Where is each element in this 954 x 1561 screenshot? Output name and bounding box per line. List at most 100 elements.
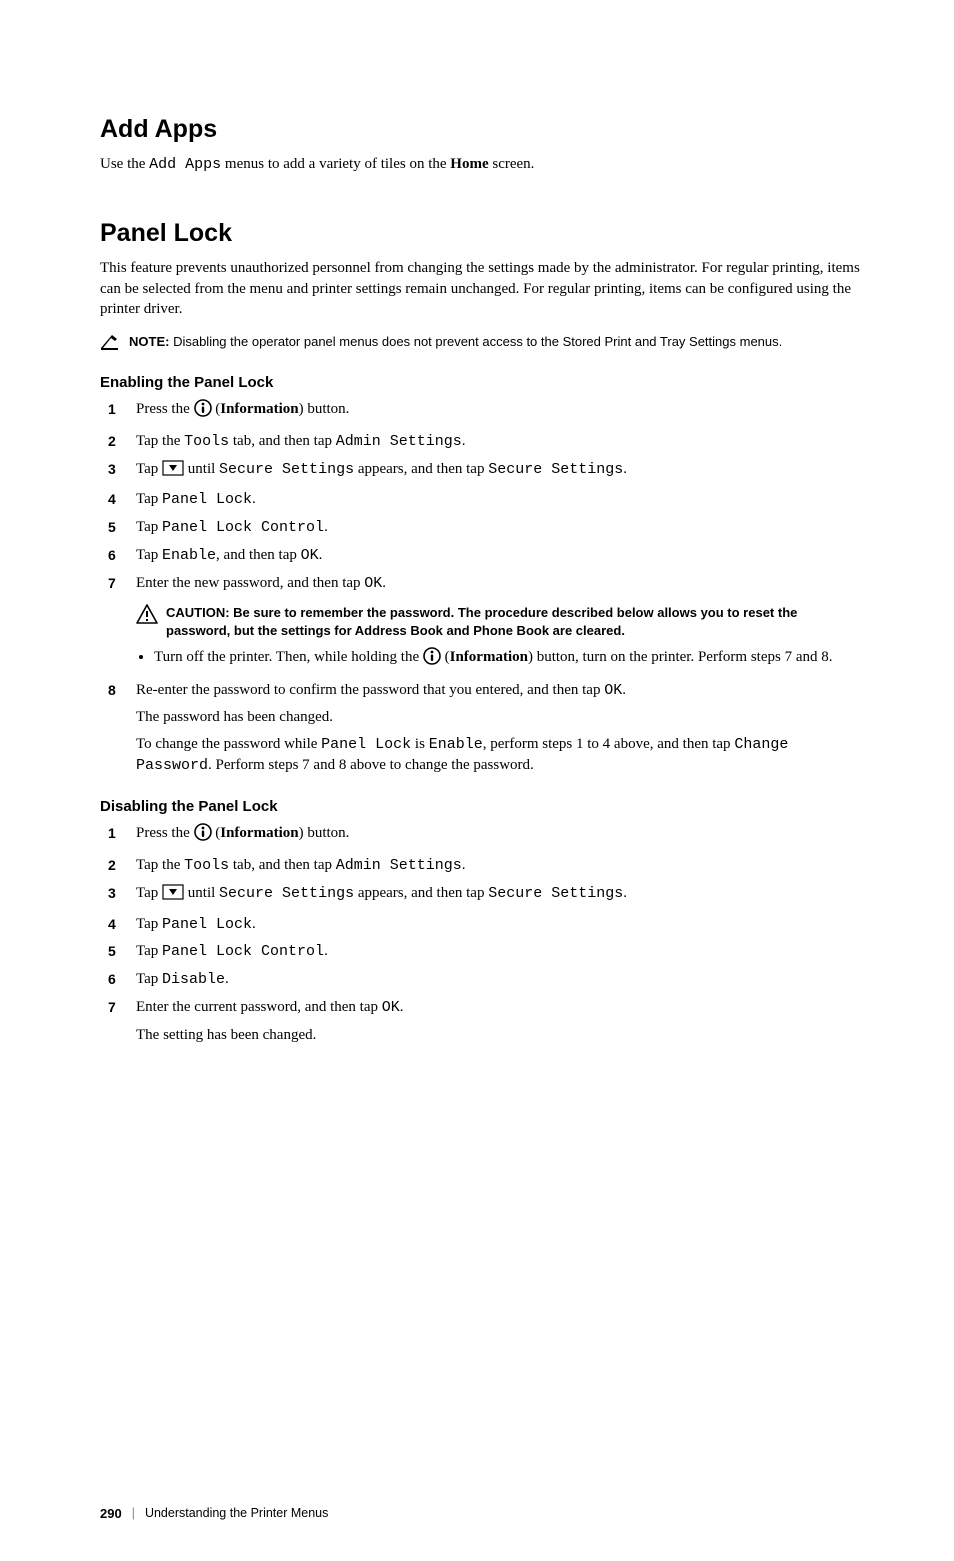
text: .: [622, 682, 626, 698]
bullet-item: Turn off the printer. Then, while holdin…: [154, 647, 864, 672]
text: Use the: [100, 156, 149, 172]
step-7: Enter the new password, and then tap OK.…: [100, 573, 864, 672]
text: Tap: [136, 943, 162, 959]
footer-title: Understanding the Printer Menus: [145, 1506, 328, 1520]
text: Re-enter the password to confirm the pas…: [136, 682, 604, 698]
text: Press the: [136, 401, 194, 417]
step-4: Tap Panel Lock.: [100, 914, 864, 936]
text: .: [623, 885, 627, 901]
text: Tap: [136, 885, 162, 901]
ui-label: Enable: [429, 736, 483, 753]
heading-panel-lock: Panel Lock: [100, 219, 864, 248]
text: (: [441, 649, 450, 665]
text: until: [184, 885, 219, 901]
step-2: Tap the Tools tab, and then tap Admin Se…: [100, 855, 864, 877]
text: ) button, turn on the printer. Perform s…: [528, 649, 833, 665]
text: screen.: [489, 156, 535, 172]
note-label: NOTE:: [129, 334, 169, 349]
step-3: Tap until Secure Settings appears, and t…: [100, 883, 864, 908]
button-label: Information: [450, 649, 528, 665]
text: .: [400, 999, 404, 1015]
note-block: NOTE: Disabling the operator panel menus…: [100, 333, 864, 356]
caution-block: CAUTION: Be sure to remember the passwor…: [136, 604, 864, 640]
note-icon: [100, 333, 120, 356]
text: ) button.: [299, 401, 350, 417]
ui-label: OK: [382, 999, 400, 1016]
page-footer: 290 | Understanding the Printer Menus: [100, 1506, 864, 1521]
step-2: Tap the Tools tab, and then tap Admin Se…: [100, 431, 864, 453]
footer-separator: |: [132, 1506, 135, 1520]
text: Tap: [136, 971, 162, 987]
step-6: Tap Disable.: [100, 969, 864, 991]
change-password-note: To change the password while Panel Lock …: [136, 734, 864, 776]
text: (: [212, 825, 221, 841]
text: .: [324, 519, 328, 535]
step-7: Enter the current password, and then tap…: [100, 997, 864, 1046]
text: Turn off the printer. Then, while holdin…: [154, 649, 423, 665]
caution-body: Be sure to remember the password. The pr…: [166, 605, 797, 638]
panel-lock-intro: This feature prevents unauthorized perso…: [100, 258, 864, 319]
text: .: [623, 461, 627, 477]
ui-label: Disable: [162, 971, 225, 988]
button-label: Information: [220, 401, 298, 417]
text: Tap: [136, 547, 162, 563]
step-1: Press the (Information) button.: [100, 823, 864, 849]
text: , perform steps 1 to 4 above, and then t…: [483, 736, 735, 752]
text: .: [252, 916, 256, 932]
heading-disabling: Disabling the Panel Lock: [100, 798, 864, 815]
text: .: [462, 857, 466, 873]
text: Enter the new password, and then tap: [136, 575, 364, 591]
text: .: [324, 943, 328, 959]
bullet-list: Turn off the printer. Then, while holdin…: [136, 647, 864, 672]
text: appears, and then tap: [354, 461, 488, 477]
information-icon: [194, 399, 212, 425]
add-apps-paragraph: Use the Add Apps menus to add a variety …: [100, 154, 864, 175]
text: .: [225, 971, 229, 987]
text: Tap: [136, 916, 162, 932]
ui-label: Panel Lock: [162, 491, 252, 508]
ui-label: OK: [364, 575, 382, 592]
text: .: [319, 547, 323, 563]
text: . Perform steps 7 and 8 above to change …: [208, 757, 534, 773]
caution-text: CAUTION: Be sure to remember the passwor…: [166, 604, 864, 640]
disable-steps: Press the (Information) button. Tap the …: [100, 823, 864, 1045]
ui-label: Enable: [162, 547, 216, 564]
menu-name: Add Apps: [149, 156, 221, 173]
step-3: Tap until Secure Settings appears, and t…: [100, 459, 864, 484]
text: (: [212, 401, 221, 417]
heading-add-apps: Add Apps: [100, 115, 864, 144]
step-8: Re-enter the password to confirm the pas…: [100, 680, 864, 777]
enable-steps: Press the (Information) button. Tap the …: [100, 399, 864, 776]
ui-label: Panel Lock Control: [162, 519, 324, 536]
caution-icon: [136, 604, 158, 632]
text: Tap: [136, 461, 162, 477]
ui-label: OK: [604, 682, 622, 699]
heading-enabling: Enabling the Panel Lock: [100, 374, 864, 391]
page-content: Add Apps Use the Add Apps menus to add a…: [0, 0, 954, 1561]
ui-label: Panel Lock Control: [162, 943, 324, 960]
text: .: [462, 433, 466, 449]
text: Tap the: [136, 857, 184, 873]
ui-label: Secure Settings: [219, 461, 354, 478]
note-body: Disabling the operator panel menus does …: [169, 334, 782, 349]
ui-label: Panel Lock: [162, 916, 252, 933]
text: , and then tap: [216, 547, 301, 563]
step-1: Press the (Information) button.: [100, 399, 864, 425]
text: Tap the: [136, 433, 184, 449]
text: tab, and then tap: [229, 433, 336, 449]
ui-label: Secure Settings: [488, 461, 623, 478]
note-text: NOTE: Disabling the operator panel menus…: [129, 333, 782, 351]
password-changed-note: The password has been changed.: [136, 707, 864, 728]
text: until: [184, 461, 219, 477]
ui-label: Panel Lock: [321, 736, 411, 753]
text: To change the password while: [136, 736, 321, 752]
caution-label: CAUTION:: [166, 605, 230, 620]
setting-changed-note: The setting has been changed.: [136, 1025, 864, 1046]
ui-label: Secure Settings: [219, 885, 354, 902]
step-5: Tap Panel Lock Control.: [100, 517, 864, 539]
ui-label: Admin Settings: [336, 433, 462, 450]
button-label: Information: [220, 825, 298, 841]
text: menus to add a variety of tiles on the: [221, 156, 450, 172]
ui-label: Admin Settings: [336, 857, 462, 874]
text: .: [382, 575, 386, 591]
